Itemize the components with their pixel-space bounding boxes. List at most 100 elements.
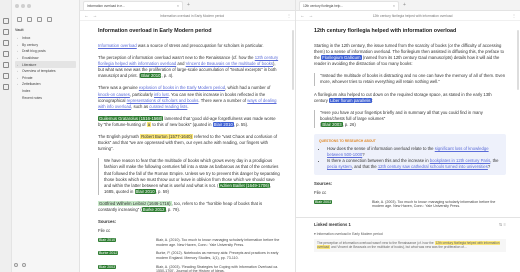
settings-icon[interactable]: [22, 263, 26, 267]
maximize-window-icon[interactable]: [27, 4, 31, 8]
tab-active[interactable]: Information overload in e... ×: [83, 1, 183, 10]
explorer-toolbar: [15, 17, 76, 22]
sidebar-folder[interactable]: › Inbox: [15, 35, 76, 42]
internal-link[interactable]: knock-on causes: [98, 92, 130, 97]
close-window-icon[interactable]: [15, 4, 19, 8]
citation-badge[interactable]: Blair 2003: [98, 264, 117, 269]
sort-icon[interactable]: [37, 17, 42, 22]
citation-badge[interactable]: Burke 2012: [141, 206, 166, 212]
sidebar-file[interactable]: Index: [15, 88, 76, 95]
template-icon[interactable]: [2, 62, 9, 68]
internal-link[interactable]: curated reading lists: [149, 104, 187, 109]
ref-key: Burke 2012: [98, 251, 150, 260]
files-icon[interactable]: [2, 18, 9, 24]
linked-mention-item[interactable]: ▾ Information overload in Early Modern p…: [314, 231, 506, 237]
obsidian-window: Vault › Inbox › By century › Draft blog posts…: [0, 0, 520, 272]
paragraph: The English polymath Robert Burton (1577…: [98, 134, 281, 152]
internal-link[interactable]: 12th century saw cathedral schools turne…: [378, 164, 488, 169]
highlight-link[interactable]: Florilegium Gallicum: [321, 55, 362, 61]
linked-mention-snippet[interactable]: The perception of information overload w…: [314, 239, 506, 252]
tab-active[interactable]: 12th century florilegia help... ×: [299, 1, 399, 10]
callout-list: How does the sense of information overlo…: [319, 146, 501, 170]
note-title: 12th century florilegia helped with info…: [314, 28, 457, 34]
new-folder-icon[interactable]: [27, 17, 32, 22]
text: The perception of information overload w…: [317, 241, 435, 246]
internal-link[interactable]: info lust: [154, 92, 169, 97]
citation-badge[interactable]: Blair 2003: [321, 121, 343, 127]
citation-badge[interactable]: Blair 2010: [134, 188, 156, 194]
right-editor-pane: 12th century florilegia help... × + ← → …: [296, 0, 520, 272]
file-tree: › Inbox › By century › Draft blog posts › Excal…: [15, 35, 76, 101]
linked-mention-title: Information overload in Early Modern per…: [316, 231, 383, 236]
sidebar-folder[interactable]: › Overview of templates: [15, 68, 76, 75]
command-icon[interactable]: [2, 84, 9, 90]
close-tab-icon[interactable]: ×: [393, 4, 395, 8]
chevron-right-icon: ›: [17, 56, 18, 61]
forward-arrow-icon[interactable]: →: [309, 13, 314, 18]
scrollbar[interactable]: [517, 30, 519, 90]
person-badge[interactable]: Gottfried Wilhelm Leibniz (1646-1716): [98, 200, 172, 206]
sidebar-folder[interactable]: › Draft blog posts: [15, 48, 76, 55]
citation-badge[interactable]: Blair 2010: [140, 73, 162, 79]
citation-badge[interactable]: Blair 2003: [314, 199, 333, 204]
internal-link[interactable]: Information overload: [98, 43, 137, 48]
highlight-link[interactable]: Liber florum parallelis: [329, 97, 372, 103]
new-tab-icon[interactable]: +: [403, 2, 406, 8]
calendar-icon[interactable]: [2, 51, 9, 57]
linked-mentions-header[interactable]: Linked mentions 1 ⇅ ≡: [314, 222, 506, 228]
sidebar-file[interactable]: Recent notes: [15, 94, 76, 101]
text: , p. 59): [155, 188, 169, 194]
minimize-window-icon[interactable]: [21, 4, 25, 8]
sidebar-folder[interactable]: › Zettelkasten: [15, 81, 76, 88]
chevron-right-icon: ›: [17, 75, 18, 80]
internal-link[interactable]: pecia system: [327, 164, 352, 169]
sidebar-folder[interactable]: › By century: [15, 42, 76, 49]
linked-mentions-label: Linked mentions: [314, 221, 348, 227]
file-label: File cc: [98, 228, 111, 234]
sidebar-folder[interactable]: › Excalidraw: [15, 55, 76, 62]
list-item: Is there a connection between this and t…: [327, 158, 501, 170]
note-content[interactable]: Information overload in Early Modern per…: [80, 21, 295, 272]
close-tab-icon[interactable]: ×: [177, 4, 179, 8]
new-note-icon[interactable]: [17, 17, 22, 22]
sidebar-folder[interactable]: › Private: [15, 75, 76, 82]
text: ?: [362, 152, 365, 158]
file-explorer: Vault › Inbox › By century › Draft blog posts…: [12, 0, 79, 272]
scrollbar[interactable]: [292, 30, 294, 90]
new-tab-icon[interactable]: +: [187, 2, 190, 8]
citation-badge[interactable]: Blair 2010: [212, 121, 234, 127]
internal-link[interactable]: Vincent de Beauvais on the multitude of …: [186, 61, 273, 66]
note-content[interactable]: 12th century florilegia helped with info…: [296, 21, 520, 272]
sidebar-item-label: By century: [22, 42, 39, 47]
linked-mentions-controls-icon[interactable]: ⇅ ≡: [499, 222, 506, 228]
citation-badge[interactable]: Burke 2012: [98, 251, 119, 256]
sidebar-folder[interactable]: › Literature: [15, 61, 76, 68]
person-badge[interactable]: Robert Burton (1577-1640): [140, 134, 193, 140]
graph-icon[interactable]: [2, 40, 9, 46]
linked-mentions-panel: Linked mentions 1 ⇅ ≡ ▾ Information over…: [314, 218, 506, 252]
canvas-icon[interactable]: [2, 73, 9, 79]
breadcrumb: 12th century florilegia helped with info…: [372, 13, 453, 18]
chevron-right-icon: ›: [17, 42, 18, 47]
search-icon[interactable]: [2, 29, 9, 35]
citation-badge[interactable]: Blair 2010: [98, 238, 117, 243]
text: ?: [487, 164, 491, 170]
text: , which had a number of: [225, 85, 271, 91]
vault-name[interactable]: Vault: [15, 28, 76, 32]
more-options-icon[interactable]: ⋮: [287, 13, 291, 18]
back-arrow-icon[interactable]: ←: [84, 13, 89, 18]
person-badge[interactable]: Guilemus Gratarolus (1516-1568): [98, 115, 164, 121]
person-badge[interactable]: Adrien Baillet (1649-1706): [218, 182, 270, 188]
forward-arrow-icon[interactable]: →: [93, 13, 98, 18]
collapse-icon[interactable]: [47, 17, 52, 22]
more-options-icon[interactable]: ⋮: [512, 13, 516, 18]
chevron-right-icon: ›: [17, 49, 18, 54]
internal-link[interactable]: bookplates in 12th century Paris: [430, 158, 490, 163]
back-arrow-icon[interactable]: ←: [300, 13, 305, 18]
text: was a source of stress and preoccupation…: [136, 43, 264, 48]
help-icon[interactable]: [14, 263, 18, 267]
paragraph: A florilegium also helped to cut down on…: [314, 92, 506, 104]
sidebar-bottom-bar: [14, 263, 26, 267]
internal-link[interactable]: explosion of books in the Early Modern p…: [139, 85, 225, 90]
internal-link[interactable]: representations of scholars and books: [127, 98, 199, 103]
